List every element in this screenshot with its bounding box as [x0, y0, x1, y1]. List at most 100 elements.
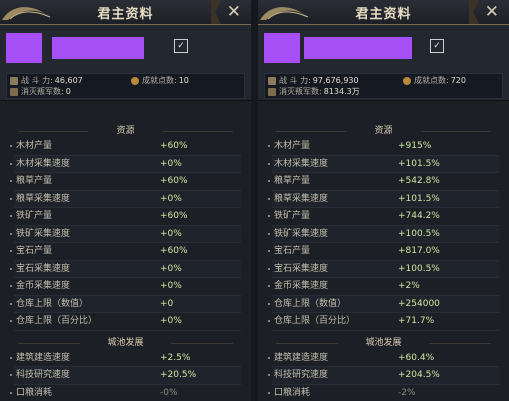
item-value: +2.5% — [160, 352, 191, 363]
power-label: 战 斗 力: — [279, 76, 311, 85]
rebels-killed-label: 消灭叛军数: — [279, 87, 322, 96]
divider — [163, 131, 233, 132]
list-item: 仓库上限（百分比） +71.7% — [268, 313, 499, 331]
item-label: 粮草产量 — [16, 176, 53, 186]
edit-icon[interactable]: ✓ — [430, 39, 444, 53]
item-label: 宝石产量 — [16, 246, 53, 256]
avatar[interactable] — [6, 33, 42, 63]
power-value: 97,676,930 — [312, 76, 359, 85]
section-title: 城池发展 — [107, 337, 144, 348]
bullet-icon — [268, 197, 270, 200]
list-item: 木材产量 +915% — [268, 138, 499, 156]
item-label: 木材采集速度 — [16, 158, 71, 169]
bullet-icon — [10, 250, 12, 252]
item-label: 科技研究速度 — [16, 370, 71, 380]
achievement-value: 720 — [450, 76, 466, 85]
list-item: 粮草采集速度 +101.5% — [268, 190, 499, 208]
bullet-icon — [268, 267, 270, 270]
item-value: +100.5% — [398, 263, 440, 274]
bullet-icon — [268, 215, 270, 217]
bullet-icon — [10, 320, 12, 322]
item-label: 口粮消耗 — [274, 387, 311, 398]
title-bar: 君主资料 ✕ — [258, 0, 509, 25]
bullet-icon — [10, 145, 12, 147]
item-value: +60% — [160, 176, 188, 186]
bullet-icon — [10, 197, 12, 200]
item-label: 口粮消耗 — [16, 387, 53, 398]
item-label: 建筑建造速度 — [16, 352, 71, 363]
section-header-resources: 资源 — [258, 124, 509, 138]
close-button[interactable]: ✕ — [211, 0, 251, 24]
section-title: 城池发展 — [365, 337, 402, 348]
item-value: +0% — [160, 193, 182, 204]
list-item: 科技研究速度 +204.5% — [268, 367, 499, 385]
item-value: +744.2% — [398, 211, 440, 221]
item-label: 粮草采集速度 — [274, 193, 329, 204]
bullet-icon — [268, 145, 270, 147]
rebels-killed-label: 消灭叛军数: — [21, 87, 64, 96]
item-value: +0% — [160, 316, 182, 326]
item-value: +204.5% — [398, 370, 440, 380]
attribute-list[interactable]: 资源 木材产量 +60% 木材采集速度 +0% 粮草产量 +60% 粮草采集速度 +0%… — [0, 124, 251, 401]
bullet-icon — [268, 162, 270, 165]
list-item: 宝石采集速度 +0% — [10, 260, 241, 278]
item-label: 金币采集速度 — [274, 281, 329, 291]
achievement-label: 成就点数: — [414, 76, 449, 85]
title-bar: 君主资料 ✕ — [0, 0, 251, 25]
item-value: +101.5% — [398, 158, 440, 169]
bullet-icon — [10, 180, 12, 182]
list-item: 粮草产量 +60% — [10, 173, 241, 191]
item-label: 建筑建造速度 — [274, 352, 329, 363]
divider — [421, 131, 491, 132]
item-label: 粮草产量 — [274, 176, 311, 186]
player-name-redacted — [304, 37, 412, 59]
achievement-stat: 成就点数: 720 — [403, 75, 466, 86]
close-icon: ✕ — [226, 2, 241, 22]
item-value: +60% — [160, 246, 188, 256]
city-rows: 建筑建造速度 +2.5% 科技研究速度 +20.5% 口粮消耗 -0% — [0, 350, 251, 401]
item-label: 粮草采集速度 — [16, 193, 71, 204]
bullet-icon — [268, 356, 270, 359]
ornament-icon — [211, 0, 221, 24]
avatar[interactable] — [264, 33, 300, 63]
item-label: 铁矿采集速度 — [274, 228, 329, 239]
edit-icon[interactable]: ✓ — [174, 39, 188, 53]
list-item: 金币采集速度 +0% — [10, 278, 241, 296]
bullet-icon — [268, 391, 270, 394]
bullet-icon — [268, 374, 270, 376]
rebels-killed-stat: 消灭叛军数: 8134.3万 — [268, 86, 360, 97]
power-label: 战 斗 力: — [21, 76, 53, 85]
divider — [276, 342, 338, 344]
list-item: 宝石采集速度 +100.5% — [268, 260, 499, 278]
achievement-label: 成就点数: — [142, 76, 177, 85]
item-value: +254000 — [398, 298, 440, 309]
item-value: +0% — [160, 228, 182, 239]
list-item: 口粮消耗 -0% — [10, 385, 241, 401]
divider — [276, 131, 346, 132]
item-label: 金币采集速度 — [16, 281, 71, 291]
power-stat: 战 斗 力: 97,676,930 — [268, 75, 359, 86]
item-value: +60% — [160, 211, 188, 221]
bullet-icon — [10, 285, 12, 287]
bullet-icon — [268, 180, 270, 182]
item-value: +0 — [160, 298, 174, 309]
bullet-icon — [268, 302, 270, 305]
bullet-icon — [268, 232, 270, 235]
divider — [429, 342, 491, 344]
item-value: +542.8% — [398, 176, 440, 186]
item-value: -0% — [160, 387, 178, 398]
power-stat: 战 斗 力: 46,607 — [10, 75, 83, 86]
resources-rows: 木材产量 +60% 木材采集速度 +0% 粮草产量 +60% 粮草采集速度 +0% 铁矿… — [0, 138, 251, 331]
close-button[interactable]: ✕ — [469, 0, 509, 24]
item-value: +60% — [160, 141, 188, 151]
screenshot-root: 君主资料 ✕ ✓ 战 斗 力: 46,607 成就点数: 10 消灭叛军数: 0… — [0, 0, 509, 401]
list-item: 铁矿采集速度 +0% — [10, 225, 241, 243]
bullet-icon — [268, 285, 270, 287]
section-header-resources: 资源 — [0, 124, 251, 138]
attribute-list[interactable]: 资源 木材产量 +915% 木材采集速度 +101.5% 粮草产量 +542.8% 粮… — [258, 124, 509, 401]
list-item: 木材采集速度 +101.5% — [268, 155, 499, 173]
list-item: 宝石产量 +60% — [10, 243, 241, 261]
list-item: 铁矿产量 +60% — [10, 208, 241, 226]
list-item: 建筑建造速度 +60.4% — [268, 350, 499, 367]
list-item: 木材采集速度 +0% — [10, 155, 241, 173]
